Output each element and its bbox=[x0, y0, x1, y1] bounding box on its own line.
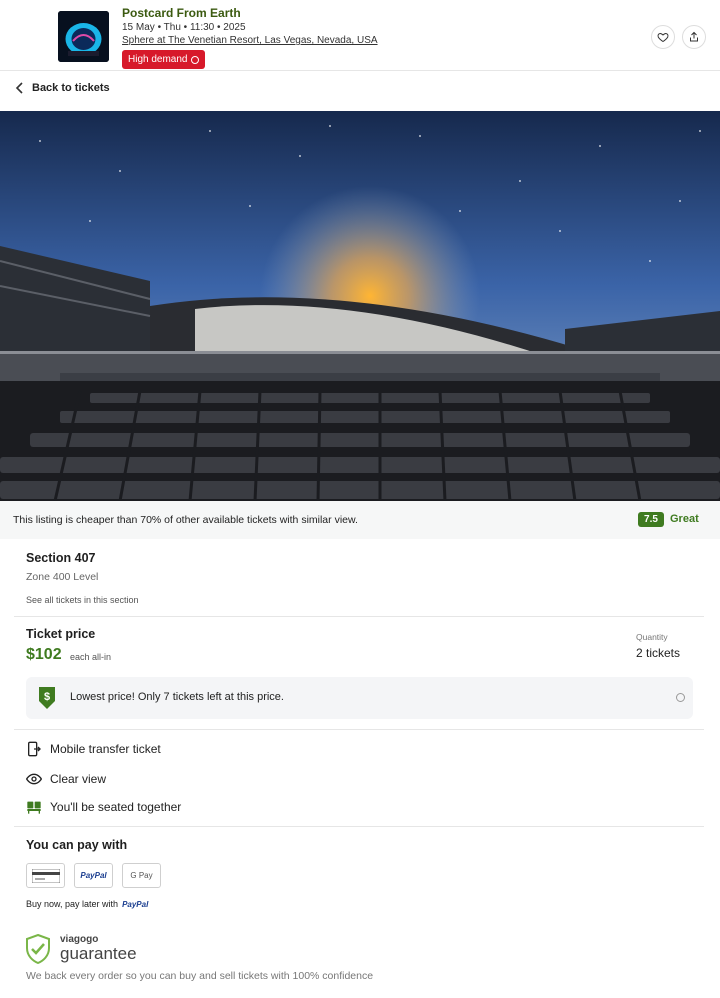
paypal-payment-icon: PayPal bbox=[74, 863, 113, 888]
event-date: 15 May • Thu • 11:30 • 2025 bbox=[122, 22, 246, 33]
feature-label: You'll be seated together bbox=[50, 800, 182, 814]
quantity-label: Quantity bbox=[636, 632, 668, 642]
feature-seated-together: You'll be seated together bbox=[26, 799, 181, 815]
eye-icon bbox=[26, 773, 42, 785]
zone-label: Zone 400 Level bbox=[26, 571, 99, 583]
share-icon bbox=[690, 31, 698, 42]
mobile-transfer-icon bbox=[27, 741, 41, 757]
ticket-price-value: $102 bbox=[26, 646, 62, 663]
event-venue-link[interactable]: Sphere at The Venetian Resort, Las Vegas… bbox=[122, 35, 378, 46]
deal-banner: This listing is cheaper than 70% of othe… bbox=[0, 501, 720, 539]
feature-label: Clear view bbox=[50, 772, 107, 786]
card-payment-icon bbox=[26, 863, 65, 888]
features-divider bbox=[14, 826, 704, 827]
feature-clear-view: Clear view bbox=[26, 771, 106, 787]
buy-now-pay-later: Buy now, pay later with PayPal bbox=[26, 899, 148, 909]
shield-check-icon bbox=[26, 934, 50, 964]
deal-score-badge: 7.5 bbox=[638, 512, 664, 527]
seats-icon bbox=[27, 801, 41, 814]
paypal-logo: PayPal bbox=[122, 899, 149, 909]
svg-text:$: $ bbox=[44, 691, 50, 703]
gpay-payment-icon: G Pay bbox=[122, 863, 161, 888]
price-note: each all-in bbox=[70, 652, 112, 662]
seat-view-image bbox=[0, 111, 720, 501]
event-title[interactable]: Postcard From Earth bbox=[122, 6, 241, 20]
price-tag-icon: $ bbox=[39, 687, 55, 709]
event-header: Postcard From Earth 15 May • Thu • 11:30… bbox=[0, 0, 720, 72]
high-demand-badge: High demand bbox=[122, 50, 206, 69]
heart-icon bbox=[657, 32, 669, 43]
lowest-price-alert: $ Lowest price! Only 7 tickets left at t… bbox=[26, 677, 693, 719]
event-thumbnail[interactable] bbox=[58, 11, 109, 62]
info-icon[interactable] bbox=[191, 55, 200, 64]
badge-label: High demand bbox=[128, 54, 188, 65]
section-divider bbox=[14, 616, 704, 617]
back-label: Back to tickets bbox=[32, 82, 110, 94]
deal-score-label: Great bbox=[670, 513, 699, 525]
back-to-tickets-link[interactable]: Back to tickets bbox=[15, 82, 110, 94]
info-icon[interactable] bbox=[676, 693, 685, 702]
favorite-button[interactable] bbox=[651, 25, 675, 49]
header-divider bbox=[0, 70, 720, 71]
feature-label: Mobile transfer ticket bbox=[50, 742, 161, 756]
share-button[interactable] bbox=[682, 25, 706, 49]
ticket-price-title: Ticket price bbox=[26, 627, 96, 641]
see-all-tickets-link[interactable]: See all tickets in this section bbox=[26, 595, 139, 605]
deal-text: This listing is cheaper than 70% of othe… bbox=[13, 514, 358, 526]
gpay-label: G Pay bbox=[130, 871, 153, 880]
paypal-label: PayPal bbox=[80, 871, 107, 880]
payment-title: You can pay with bbox=[26, 838, 128, 852]
quantity-value[interactable]: 2 tickets bbox=[636, 646, 680, 660]
price-divider bbox=[14, 729, 704, 730]
feature-mobile-transfer: Mobile transfer ticket bbox=[26, 741, 161, 757]
alert-text: Lowest price! Only 7 tickets left at thi… bbox=[70, 691, 284, 703]
bnpl-text: Buy now, pay later with bbox=[26, 899, 119, 909]
guarantee-word: guarantee bbox=[60, 944, 137, 963]
section-title: Section 407 bbox=[26, 551, 96, 565]
chevron-left-icon bbox=[15, 82, 23, 94]
guarantee-text: We back every order so you can buy and s… bbox=[26, 970, 374, 982]
